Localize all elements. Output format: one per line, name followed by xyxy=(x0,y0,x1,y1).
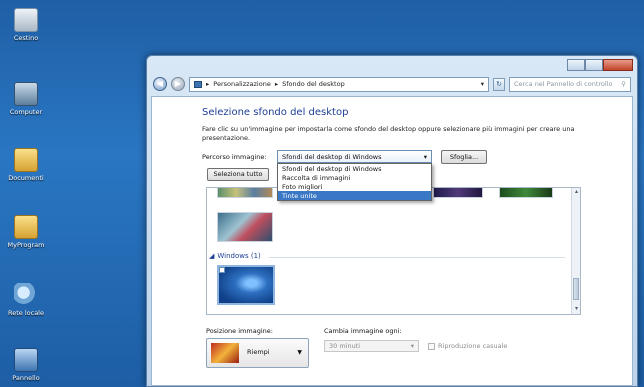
chevron-down-icon: ▼ xyxy=(297,349,302,356)
select-all-button[interactable]: Seleziona tutto xyxy=(207,168,269,181)
wallpaper-gallery: ◢ Windows (1) ▴ ▾ xyxy=(206,187,581,315)
location-value: Sfondi del desktop di Windows xyxy=(282,153,382,161)
location-label: Percorso immagine: xyxy=(202,153,267,161)
folder-icon xyxy=(14,148,38,172)
shuffle-checkbox[interactable] xyxy=(428,342,435,350)
dropdown-option[interactable]: Sfondi del desktop di Windows xyxy=(278,164,431,173)
dropdown-option[interactable]: Foto migliori xyxy=(278,182,431,191)
network-icon xyxy=(14,283,38,307)
scroll-up-arrow-icon[interactable]: ▴ xyxy=(572,188,580,197)
location-select[interactable]: Sfondi del desktop di Windows ▾ xyxy=(277,150,432,163)
desktop-icon-label: Computer xyxy=(9,108,43,116)
desktop-icon-label: Documenti xyxy=(8,174,44,182)
desktop-icon-recycle-bin[interactable]: Cestino xyxy=(4,8,48,42)
breadcrumb-desktop-background[interactable]: Sfondo del desktop xyxy=(282,80,345,88)
vertical-scrollbar[interactable]: ▴ ▾ xyxy=(571,188,580,314)
page-title: Selezione sfondo del desktop xyxy=(202,107,349,118)
group-header[interactable]: ◢ Windows (1) xyxy=(209,252,261,260)
position-value: Riempi xyxy=(247,348,270,356)
window-content: Selezione sfondo del desktop Fare clic s… xyxy=(151,96,633,386)
position-label: Posizione immagine: xyxy=(206,327,273,335)
forward-button[interactable]: ▶ xyxy=(171,77,185,91)
wallpaper-thumbnail[interactable] xyxy=(499,188,553,198)
personalization-window: ◀ ▶ ▸ Personalizzazione ▸ Sfondo del des… xyxy=(146,55,638,387)
chevron-down-icon[interactable]: ▾ xyxy=(481,80,484,88)
recycle-bin-icon xyxy=(14,8,38,32)
back-button[interactable]: ◀ xyxy=(153,77,167,91)
dropdown-option[interactable]: Raccolta di immagini xyxy=(278,173,431,182)
chevron-down-icon: ▾ xyxy=(410,342,414,350)
desktop-icon-computer[interactable]: Computer xyxy=(4,82,48,116)
position-preview xyxy=(211,343,239,363)
scroll-down-arrow-icon[interactable]: ▾ xyxy=(572,305,580,314)
desktop-icon-documents[interactable]: Documenti xyxy=(4,148,48,182)
dropdown-option-selected[interactable]: Tinte unite xyxy=(278,191,431,200)
breadcrumb-personalization[interactable]: Personalizzazione xyxy=(213,80,271,88)
chevron-right-icon: ▸ xyxy=(274,80,279,88)
desktop-icon-myprogram[interactable]: MyProgram xyxy=(4,215,48,249)
group-label: Windows (1) xyxy=(217,252,261,260)
location-dropdown: Sfondi del desktop di Windows Raccolta d… xyxy=(277,163,432,201)
minimize-button[interactable] xyxy=(567,59,585,71)
wallpaper-thumbnail[interactable] xyxy=(217,212,273,242)
desktop-icon-control-panel[interactable]: Pannello xyxy=(4,348,48,382)
search-placeholder: Cerca nel Pannello di controllo xyxy=(514,80,613,88)
page-description: Fare clic su un'immagine per impostarla … xyxy=(202,125,575,142)
refresh-button[interactable]: ↻ xyxy=(493,77,505,91)
browse-button[interactable]: Sfoglia... xyxy=(441,150,487,164)
close-button[interactable] xyxy=(603,59,633,71)
wallpaper-thumbnail[interactable] xyxy=(433,188,483,198)
scrollbar-thumb[interactable] xyxy=(573,278,579,300)
desktop-icon-label: Pannello xyxy=(12,374,40,382)
collapse-triangle-icon: ◢ xyxy=(209,252,215,260)
desktop-icon-label: Rete locale xyxy=(8,309,44,317)
desktop-icon-network[interactable]: Rete locale xyxy=(4,283,48,317)
interval-label: Cambia immagine ogni: xyxy=(324,327,402,335)
interval-select[interactable]: 30 minuti ▾ xyxy=(324,340,419,352)
position-select[interactable]: Riempi ▼ xyxy=(206,338,309,368)
folder-icon xyxy=(14,215,38,239)
caption-buttons xyxy=(567,59,633,73)
computer-icon xyxy=(14,82,38,106)
thumbnail-checkbox[interactable] xyxy=(219,267,225,273)
navigation-bar: ◀ ▶ ▸ Personalizzazione ▸ Sfondo del des… xyxy=(153,75,631,93)
control-panel-icon xyxy=(14,348,38,372)
interval-value: 30 minuti xyxy=(329,342,361,350)
search-icon: ⚲ xyxy=(621,80,626,88)
wallpaper-thumbnail[interactable] xyxy=(217,188,273,198)
desktop-icon-label: Cestino xyxy=(13,34,39,42)
group-divider xyxy=(269,257,565,258)
address-bar[interactable]: ▸ Personalizzazione ▸ Sfondo del desktop… xyxy=(189,76,489,92)
control-panel-icon xyxy=(194,80,202,88)
chevron-down-icon: ▾ xyxy=(423,153,427,161)
search-input[interactable]: Cerca nel Pannello di controllo ⚲ xyxy=(509,76,631,92)
chevron-right-icon: ▸ xyxy=(206,80,210,88)
maximize-button[interactable] xyxy=(585,59,603,71)
wallpaper-thumbnail-windows[interactable] xyxy=(217,265,275,305)
desktop-icon-label: MyProgram xyxy=(7,241,45,249)
shuffle-label: Riproduzione casuale xyxy=(438,342,508,350)
shuffle-option[interactable]: Riproduzione casuale xyxy=(428,342,507,350)
